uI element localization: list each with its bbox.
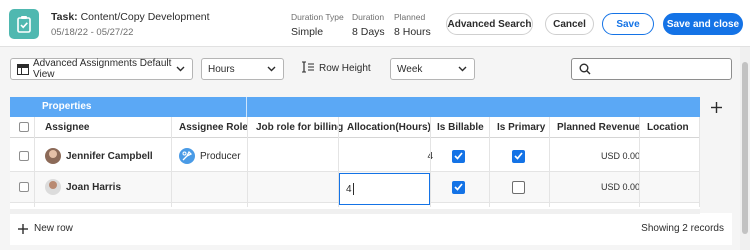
- role-name: Producer: [200, 150, 241, 162]
- column-location[interactable]: Location: [647, 117, 689, 137]
- table-footer: New row Showing 2 records: [10, 213, 732, 245]
- row-height-icon: [302, 61, 314, 76]
- task-title: Task: Content/Copy Development: [51, 11, 210, 23]
- assignee-cell[interactable]: Joan Harris: [45, 172, 121, 202]
- duration-type-value: Simple: [291, 26, 324, 38]
- duration-value: 8 Days: [352, 26, 385, 38]
- location-cell[interactable]: [647, 172, 699, 202]
- checkmark-icon: [452, 149, 465, 163]
- grid-line: [549, 117, 550, 207]
- planned-value: 8 Hours: [394, 26, 431, 38]
- checkmark-icon: [452, 180, 465, 194]
- column-assignee-role[interactable]: Assignee Role: [179, 117, 248, 137]
- chevron-down-icon: [267, 64, 276, 76]
- row-checkbox[interactable]: [19, 172, 29, 202]
- duration-label: Duration: [352, 12, 385, 22]
- properties-label: Properties: [42, 101, 92, 112]
- grid-line: [338, 117, 339, 207]
- search-input[interactable]: [571, 58, 732, 80]
- is-primary-checkbox[interactable]: [512, 141, 525, 171]
- job-role-cell[interactable]: [256, 172, 346, 202]
- planned-revenue-cell: USD 0.00: [600, 182, 640, 192]
- is-primary-checkbox[interactable]: [512, 172, 525, 202]
- column-job-role[interactable]: Job role for billing: [256, 117, 343, 137]
- grid-line: [34, 117, 35, 207]
- role-icon: [179, 148, 195, 164]
- column-allocation[interactable]: Allocation(Hours): [347, 117, 431, 137]
- column-assignee[interactable]: Assignee: [45, 117, 89, 137]
- chevron-down-icon: [458, 64, 467, 76]
- grid-line: [699, 117, 700, 207]
- assignee-role-cell[interactable]: Producer: [179, 141, 241, 171]
- row-checkbox[interactable]: [19, 141, 29, 171]
- location-cell[interactable]: [647, 141, 699, 171]
- assignee-cell[interactable]: Jennifer Campbell: [45, 141, 153, 171]
- duration-type: Duration Type Simple: [291, 12, 344, 38]
- save-button[interactable]: Save: [602, 13, 654, 35]
- table-view-icon: [17, 64, 29, 78]
- is-billable-checkbox[interactable]: [452, 172, 465, 202]
- assignee-role-cell[interactable]: [179, 172, 255, 202]
- is-billable-checkbox[interactable]: [452, 141, 465, 171]
- task-label: Task:: [51, 11, 78, 23]
- record-count: Showing 2 records: [641, 223, 724, 234]
- cancel-button[interactable]: Cancel: [545, 13, 594, 35]
- checkmark-icon: [512, 149, 525, 163]
- task-name: Content/Copy Development: [80, 11, 210, 23]
- vertical-scrollbar[interactable]: [740, 47, 750, 250]
- duration: Duration 8 Days: [352, 12, 385, 38]
- job-role-cell[interactable]: [256, 141, 346, 171]
- column-header-row: Assignee Assignee Role Job role for bill…: [10, 117, 700, 138]
- assignments-grid: Properties Assignee Assignee Role Job ro…: [0, 97, 740, 250]
- horizontal-scrollbar[interactable]: [10, 209, 700, 214]
- row-height-button[interactable]: Row Height: [302, 61, 371, 76]
- view-dropdown[interactable]: Advanced Assignments Default View: [10, 58, 193, 80]
- column-planned-revenue[interactable]: Planned Revenue: [557, 117, 640, 137]
- unit-dropdown-label: Hours: [208, 63, 235, 75]
- new-row-button[interactable]: New row: [18, 223, 73, 234]
- grid-line: [171, 117, 172, 207]
- grid-line: [247, 117, 248, 207]
- duration-type-label: Duration Type: [291, 12, 344, 22]
- view-dropdown-label: Advanced Assignments Default View: [33, 58, 172, 80]
- planned-revenue-cell: USD 0.00: [600, 151, 640, 161]
- period-dropdown[interactable]: Week: [390, 58, 475, 80]
- save-and-close-button[interactable]: Save and close: [663, 13, 743, 35]
- row-height-label: Row Height: [319, 63, 371, 74]
- task-dates: 05/18/22 - 05/27/22: [51, 27, 134, 38]
- task-icon: [9, 9, 39, 39]
- grid-line: [430, 117, 431, 207]
- properties-group-header: Properties: [10, 97, 700, 117]
- advanced-search-button[interactable]: Advanced Search: [446, 13, 533, 35]
- unchecked-box: [512, 180, 525, 194]
- scrollbar-thumb[interactable]: [742, 62, 748, 234]
- unit-dropdown[interactable]: Hours: [201, 58, 284, 80]
- assignee-name: Jennifer Campbell: [66, 150, 153, 162]
- allocation-input[interactable]: 4: [339, 173, 430, 205]
- column-is-primary[interactable]: Is Primary: [497, 117, 545, 137]
- add-column-button[interactable]: [700, 97, 732, 117]
- plus-icon: [710, 101, 722, 113]
- plus-icon: [18, 223, 28, 234]
- assignee-name: Joan Harris: [66, 181, 122, 193]
- avatar: [45, 179, 61, 195]
- grid-line: [639, 117, 640, 207]
- search-icon: [579, 63, 591, 78]
- table-row[interactable]: Jennifer Campbell Producer 4 USD 0.00: [10, 141, 700, 172]
- allocation-input-value: 4: [346, 183, 352, 195]
- avatar: [45, 148, 61, 164]
- planned: Planned 8 Hours: [394, 12, 431, 38]
- planned-label: Planned: [394, 12, 426, 22]
- select-all-checkbox[interactable]: [19, 117, 29, 137]
- text-cursor: [352, 183, 354, 195]
- allocation-cell[interactable]: 4: [347, 141, 433, 171]
- group-divider: [246, 97, 247, 117]
- task-header: Task: Content/Copy Development 05/18/22 …: [0, 0, 750, 47]
- column-is-billable[interactable]: Is Billable: [437, 117, 484, 137]
- period-dropdown-label: Week: [397, 63, 423, 75]
- chevron-down-icon: [176, 64, 185, 76]
- grid-line: [489, 117, 490, 207]
- new-row-label: New row: [34, 223, 73, 234]
